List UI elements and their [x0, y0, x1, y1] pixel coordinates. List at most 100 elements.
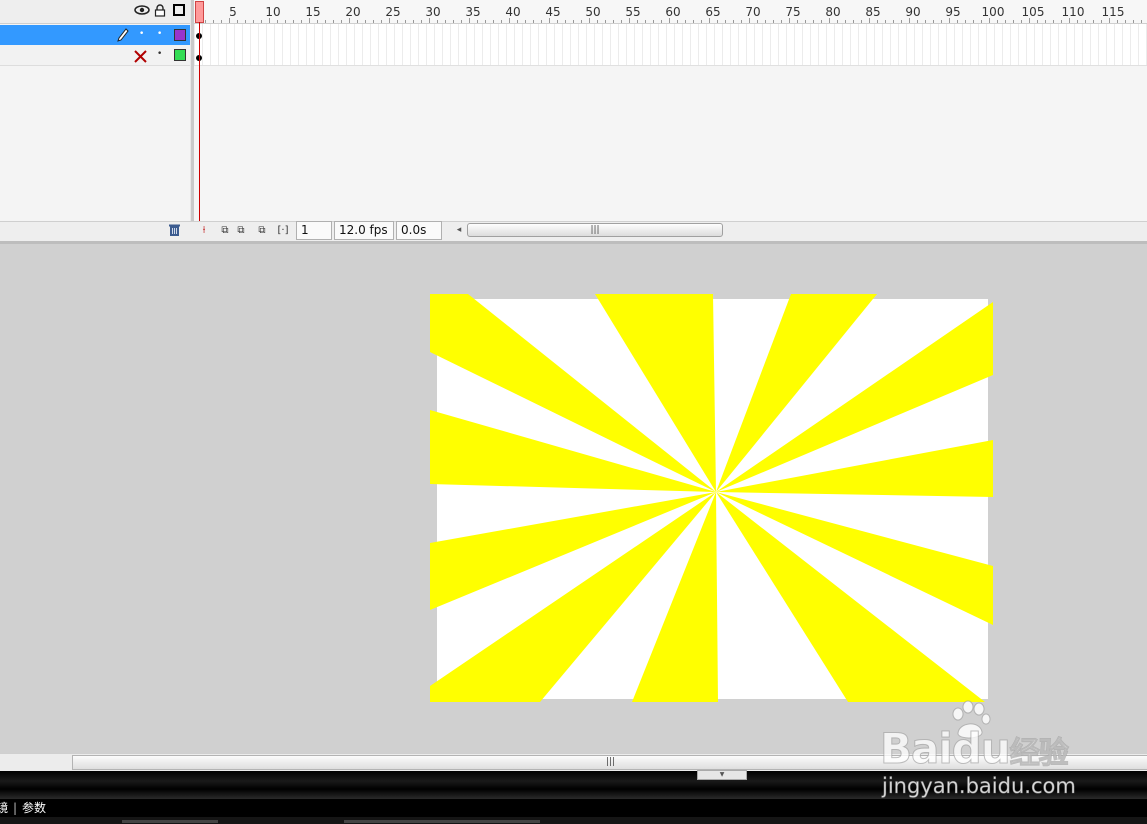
elapsed-time-field: 0.0s [396, 221, 442, 240]
stage-artwork[interactable] [430, 294, 995, 704]
layer-color-square[interactable] [174, 29, 186, 41]
ruler-tick [565, 20, 566, 23]
eye-icon[interactable] [134, 4, 150, 19]
ruler-tick [245, 20, 246, 23]
timeline-hscrollbar[interactable]: ◂ ||| [452, 223, 724, 237]
ruler-tick [605, 20, 606, 23]
properties-field [344, 820, 540, 823]
ruler-tick [725, 20, 726, 23]
ruler-tick [829, 18, 830, 23]
ruler-label: 45 [545, 5, 561, 19]
ruler-tick [421, 20, 422, 23]
ruler-tick [317, 20, 318, 23]
layer-list: • • • [0, 0, 190, 243]
ruler-label: 80 [825, 5, 841, 19]
ruler-tick [885, 20, 886, 23]
ruler-tick [965, 20, 966, 23]
ruler-tick [1133, 20, 1134, 23]
playhead[interactable] [195, 1, 204, 23]
scroll-thumb[interactable]: ||| [467, 223, 723, 237]
ruler-label: 60 [665, 5, 681, 19]
visibility-dot[interactable]: • [139, 29, 144, 39]
ruler-tick [597, 20, 598, 23]
ruler-tick [589, 18, 590, 23]
ruler-label: 15 [305, 5, 321, 19]
onion-skin-icon[interactable]: ⧉ [218, 224, 232, 238]
ruler-tick [357, 20, 358, 23]
ruler-tick [613, 20, 614, 23]
ruler-tick [693, 20, 694, 23]
edit-multiple-frames-icon[interactable]: ⧉ [255, 224, 269, 238]
collapse-panel-button[interactable]: ▼ [697, 770, 747, 780]
ruler-tick [1125, 20, 1126, 23]
modify-markers-icon[interactable]: [·] [276, 224, 290, 238]
ruler-tick [773, 20, 774, 23]
frame-grid[interactable] [194, 24, 1147, 66]
ruler-tick [285, 20, 286, 23]
ruler-tick [1061, 20, 1062, 23]
ruler-tick [909, 18, 910, 23]
frame-rate-field[interactable]: 12.0 fps [334, 221, 394, 240]
ruler-label: 110 [1061, 5, 1085, 19]
ruler-tick [269, 18, 270, 23]
lock-icon[interactable] [154, 4, 166, 20]
properties-tab-bar: 镜 | 参数 [0, 799, 1147, 817]
pencil-icon [117, 27, 129, 46]
ruler-tick [333, 20, 334, 23]
ruler-label: 50 [585, 5, 601, 19]
ruler-tick [253, 20, 254, 23]
ruler-tick [1141, 20, 1142, 23]
ruler-label: 10 [265, 5, 281, 19]
hidden-x-icon[interactable] [134, 48, 147, 67]
layer-row-2[interactable]: • [0, 45, 190, 66]
lock-dot[interactable]: • [157, 49, 162, 59]
ruler-tick [461, 20, 462, 23]
ruler-tick [653, 20, 654, 23]
ruler-tick [933, 20, 934, 23]
ruler-tick [877, 20, 878, 23]
ruler-label: 20 [345, 5, 361, 19]
frame-ruler[interactable]: 5 10 15 20 25 30 35 40 45 50 55 60 65 70 75 80 85 90 95 100… [194, 0, 1147, 24]
ruler-tick [869, 18, 870, 23]
ruler-tick [205, 20, 206, 23]
ruler-tick [1053, 20, 1054, 23]
layer-row-1[interactable]: • • [0, 25, 190, 45]
ruler-tick [717, 20, 718, 23]
ruler-label: 85 [865, 5, 881, 19]
tab-parameters[interactable]: 参数 [22, 799, 46, 817]
ruler-label: 35 [465, 5, 481, 19]
properties-panel-body [0, 817, 1147, 824]
ruler-tick [757, 20, 758, 23]
timeline-panel: • • • 5 10 15 20 25 30 35 40 45 50 55 60 65 70 75 80 85 9… [0, 0, 1147, 244]
layer-color-square[interactable] [174, 49, 186, 61]
center-frame-icon[interactable]: ⍿ [197, 224, 211, 238]
ruler-tick [1037, 20, 1038, 23]
ruler-tick [1021, 20, 1022, 23]
onion-skin-outlines-icon[interactable]: ⧉ [234, 224, 248, 238]
ruler-tick [917, 20, 918, 23]
ruler-tick [413, 20, 414, 23]
ruler-label: 65 [705, 5, 721, 19]
ruler-tick [781, 20, 782, 23]
timeline-status-bar: ⍿ ⧉ ⧉ ⧉ [·] 1 12.0 fps 0.0s ◂ ||| [0, 221, 1147, 242]
stage-scroll-thumb[interactable]: ||| [72, 755, 1147, 770]
lock-dot[interactable]: • [157, 29, 162, 39]
ruler-tick [381, 20, 382, 23]
outline-toggle-icon[interactable] [173, 4, 185, 19]
stage-hscrollbar[interactable]: ||| [0, 753, 1147, 771]
ruler-tick [573, 20, 574, 23]
ruler-tick [365, 20, 366, 23]
ruler-tick [637, 20, 638, 23]
ruler-tick [845, 20, 846, 23]
ruler-tick [701, 20, 702, 23]
trash-icon[interactable] [168, 223, 181, 242]
ruler-tick [1069, 18, 1070, 23]
ruler-tick [477, 20, 478, 23]
tab-filters[interactable]: 镜 [0, 799, 8, 817]
ruler-tick [373, 20, 374, 23]
ruler-tick [557, 20, 558, 23]
ruler-tick [1101, 20, 1102, 23]
ruler-tick [685, 20, 686, 23]
ruler-label: 55 [625, 5, 641, 19]
scroll-left-arrow-icon[interactable]: ◂ [452, 223, 466, 237]
